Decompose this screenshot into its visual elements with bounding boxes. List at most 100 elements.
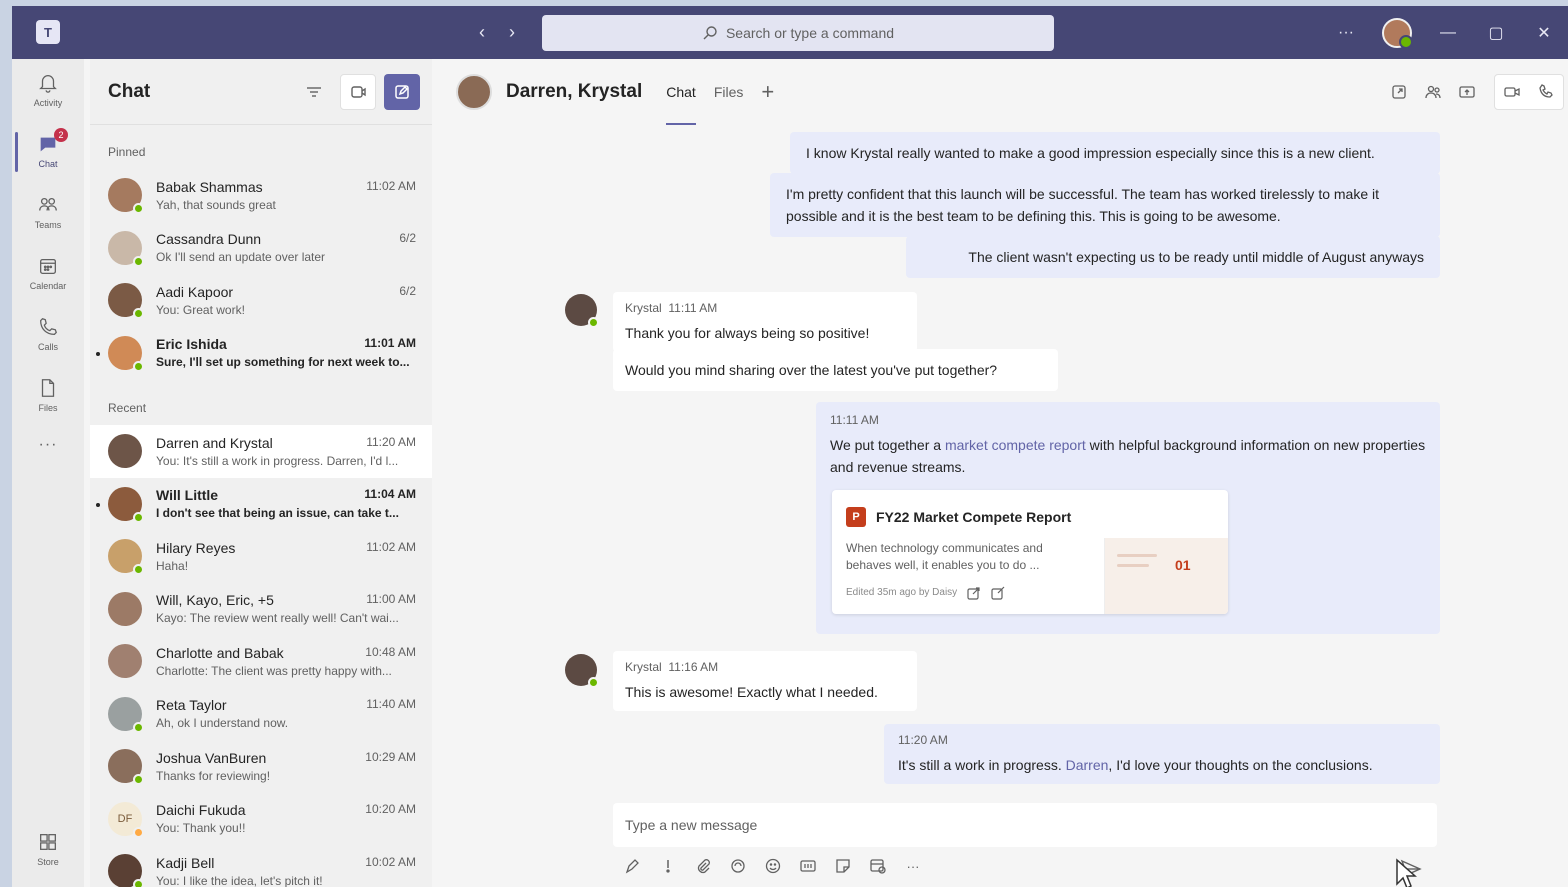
mention-darren[interactable]: Darren (1066, 757, 1109, 773)
format-button[interactable] (622, 855, 644, 877)
emoji-button[interactable] (762, 855, 784, 877)
message-sent: I'm pretty confident that this launch wi… (770, 173, 1440, 237)
conversation-title: Darren, Krystal (506, 81, 643, 102)
chat-list-item[interactable]: Will, Kayo, Eric, +5 11:00 AM Kayo: The re… (90, 583, 432, 636)
message-time: 10:29 AM (365, 749, 416, 764)
chat-item-header: Kadji Bell 10:02 AM (156, 855, 416, 871)
filter-icon (307, 86, 321, 97)
message-text: I know Krystal really wanted to make a g… (806, 145, 1375, 161)
call-buttons (1494, 74, 1564, 110)
gif-button[interactable] (797, 855, 819, 877)
message-sender: Krystal (625, 301, 662, 315)
video-call-button[interactable] (1495, 75, 1529, 109)
rail-item-activity[interactable]: Activity (12, 59, 84, 120)
share-screen-icon (1459, 86, 1475, 98)
add-tab-icon[interactable]: + (761, 79, 774, 105)
priority-button[interactable] (657, 855, 679, 877)
attach-button[interactable] (692, 855, 714, 877)
message-time: 6/2 (399, 283, 416, 298)
message-preview: Thanks for reviewing! (156, 768, 271, 783)
tab-files[interactable]: Files (714, 59, 744, 125)
message-time: 11:40 AM (366, 697, 416, 712)
sticker-button[interactable] (832, 855, 854, 877)
chat-item-header: Daichi Fukuda 10:20 AM (156, 802, 416, 818)
participants-button[interactable] (1416, 75, 1450, 109)
chat-list-item[interactable]: Hilary Reyes 11:02 AM Haha! (90, 530, 432, 583)
thumb-line (1117, 554, 1157, 557)
message-sent: 11:20 AM It's still a work in progress. … (884, 724, 1440, 784)
report-link[interactable]: market compete report (945, 437, 1086, 453)
chat-list-item[interactable]: Charlotte and Babak 10:48 AM Charlotte: Th… (90, 635, 432, 688)
file-attachment-card[interactable]: P FY22 Market Compete Report When techno… (832, 490, 1228, 614)
message-sent: The client wasn't expecting us to be rea… (906, 236, 1440, 278)
chat-list-item[interactable]: Babak Shammas 11:02 AM Yah, that sounds gr… (90, 169, 432, 222)
schedule-meeting-button[interactable] (867, 855, 889, 877)
thumb-line (1117, 564, 1149, 567)
back-arrow-icon[interactable]: ‹ (472, 22, 492, 42)
krystal-avatar[interactable] (565, 654, 599, 688)
rail-item-store[interactable]: Store (12, 818, 84, 879)
file-footer: Edited 35m ago by Daisy (846, 582, 1005, 604)
rail-label: Files (38, 402, 58, 413)
teams-logo-icon: T (36, 20, 60, 44)
rail-item-files[interactable]: Files (12, 364, 84, 425)
chat-list-item[interactable]: Cassandra Dunn 6/2 Ok I'll send an update … (90, 222, 432, 275)
new-chat-button[interactable] (384, 73, 420, 110)
open-external-icon[interactable] (991, 586, 1005, 600)
contact-name: Charlotte and Babak (156, 644, 284, 661)
file-icon (41, 378, 55, 397)
loop-button[interactable] (727, 855, 749, 877)
app-rail: Activity 2 Chat Teams Calendar Calls Fil… (12, 59, 84, 887)
loop-icon (731, 859, 745, 873)
message-text-post: , I'd love your thoughts on the conclusi… (1108, 757, 1373, 773)
message-received: Krystal 11:11 AM Thank you for always be… (613, 292, 917, 352)
more-compose-options-icon[interactable]: ··· (902, 855, 924, 877)
chat-list-item[interactable]: Darren and Krystal 11:20 AM You: It's stil… (90, 425, 432, 478)
message-received: Would you mind sharing over the latest y… (613, 349, 1058, 391)
krystal-avatar[interactable] (565, 294, 599, 328)
minimize-icon[interactable]: — (1424, 24, 1472, 42)
avatar (108, 283, 144, 320)
chat-badge: 2 (54, 128, 68, 142)
contact-name: Reta Taylor (156, 697, 227, 714)
message-time: 11:11 AM (668, 301, 718, 315)
message-time: 11:00 AM (366, 592, 416, 607)
share-screen-button[interactable] (1450, 75, 1484, 109)
pinned-section-label: Pinned (108, 145, 146, 159)
chat-list-item[interactable]: Reta Taylor 11:40 AM Ah, ok I understand n… (90, 688, 432, 741)
chat-item-header: Eric Ishida 11:01 AM (156, 336, 416, 352)
message-compose-input[interactable]: Type a new message (613, 803, 1437, 847)
meet-now-button[interactable] (340, 73, 376, 110)
forward-arrow-icon[interactable]: › (502, 22, 522, 42)
popout-chat-button[interactable] (1382, 75, 1416, 109)
rail-item-chat[interactable]: 2 Chat (12, 120, 84, 181)
search-input[interactable]: Search or type a command (542, 15, 1054, 51)
audio-call-button[interactable] (1529, 75, 1563, 109)
rail-item-calls[interactable]: Calls (12, 303, 84, 364)
user-avatar[interactable] (1382, 17, 1413, 49)
close-icon[interactable]: ✕ (1520, 23, 1568, 43)
chat-list-item[interactable]: Eric Ishida 11:01 AM Sure, I'll set up som… (90, 327, 432, 380)
rail-label: Calls (37, 341, 58, 352)
filter-button[interactable] (296, 74, 332, 110)
maximize-icon[interactable]: ▢ (1472, 23, 1520, 43)
compose-toolbar: ··· (622, 855, 924, 877)
chat-list-item[interactable]: Aadi Kapoor 6/2 You: Great work! (90, 274, 432, 327)
tab-chat[interactable]: Chat (666, 59, 696, 125)
message-time: 10:02 AM (365, 854, 416, 869)
presence-available (133, 879, 144, 887)
rail-item-teams[interactable]: Teams (12, 181, 84, 242)
message-meta: Krystal 11:16 AM (625, 659, 905, 675)
chat-list-item[interactable]: Will Little 11:04 AM I don't see that bein… (90, 478, 432, 531)
chat-list-item[interactable]: DF Daichi Fukuda 10:20 AM You: Thank you!! (90, 793, 432, 846)
presence-available (588, 317, 599, 328)
chat-list-item[interactable]: Kadji Bell 10:02 AM You: I like the idea, … (90, 845, 432, 887)
chat-list-item[interactable]: Joshua VanBuren 10:29 AM Thanks for review… (90, 740, 432, 793)
rail-item-calendar[interactable]: Calendar (12, 242, 84, 303)
rail-more-icon[interactable]: ··· (12, 425, 84, 465)
rail-label: Store (37, 856, 59, 867)
more-options-icon[interactable]: ··· (1322, 24, 1370, 42)
share-icon[interactable] (967, 586, 981, 600)
message-time: 6/2 (399, 231, 416, 246)
message-sent: I know Krystal really wanted to make a g… (790, 132, 1440, 174)
